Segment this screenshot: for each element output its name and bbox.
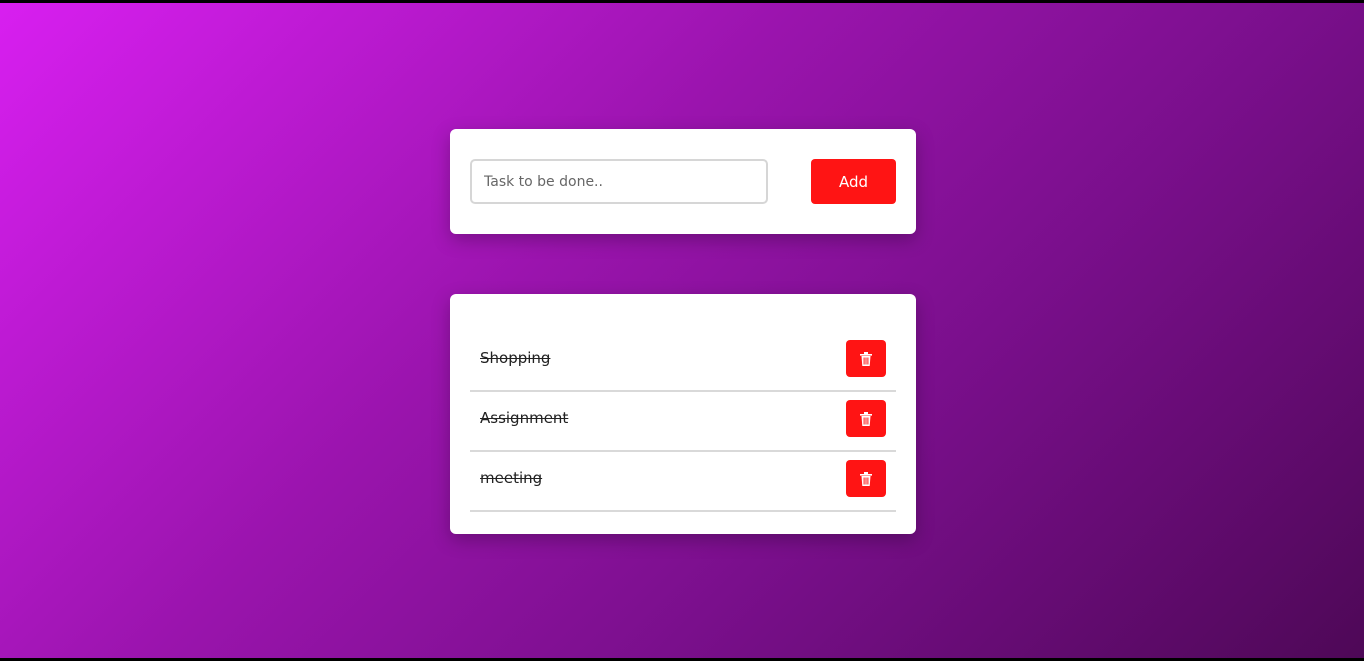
delete-button[interactable] (846, 340, 886, 377)
trash-icon (860, 411, 872, 426)
trash-icon (860, 351, 872, 366)
task-list: Shopping Assignment meeting (470, 332, 896, 512)
delete-button[interactable] (846, 460, 886, 497)
trash-icon (860, 471, 872, 486)
app-background: Add Shopping Assignment (0, 3, 1364, 658)
task-label[interactable]: meeting (480, 469, 542, 487)
delete-button[interactable] (846, 400, 886, 437)
task-input-card: Add (450, 129, 916, 234)
task-label[interactable]: Shopping (480, 349, 550, 367)
task-input[interactable] (470, 159, 768, 204)
task-list-card: Shopping Assignment meeting (450, 294, 916, 534)
task-item: meeting (470, 452, 896, 512)
task-item: Shopping (470, 332, 896, 392)
task-item: Assignment (470, 392, 896, 452)
add-button[interactable]: Add (811, 159, 896, 204)
task-label[interactable]: Assignment (480, 409, 568, 427)
